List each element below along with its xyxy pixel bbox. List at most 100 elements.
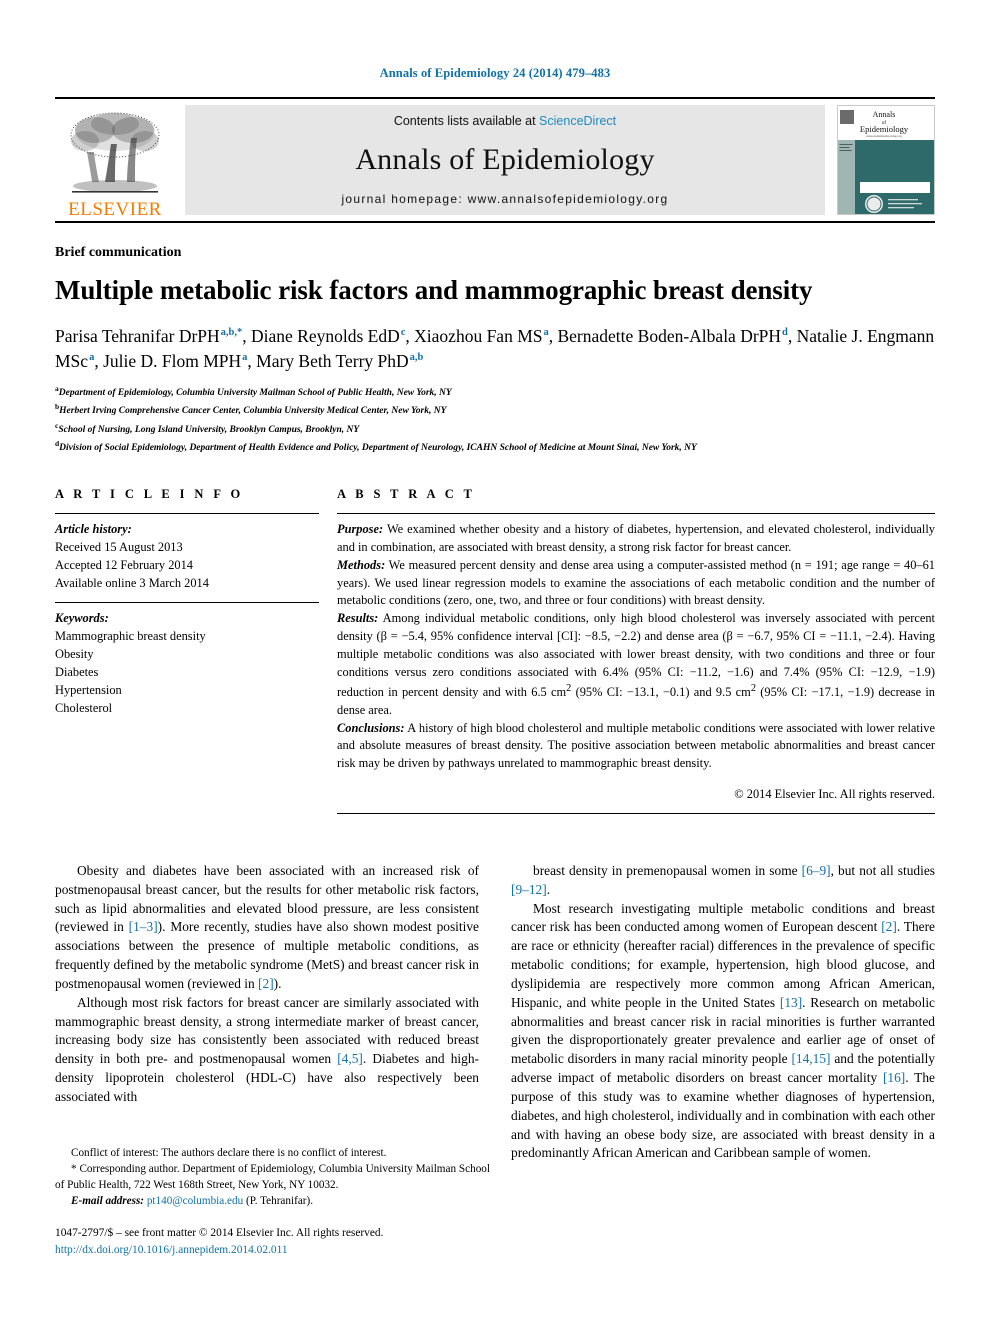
author-entry: Parisa Tehranifar DrPHa,b,*, xyxy=(55,326,251,346)
keyword-item: Hypertension xyxy=(55,682,122,697)
keyword-item: Obesity xyxy=(55,646,94,661)
citation-reference[interactable]: [4,5] xyxy=(337,1051,363,1066)
affiliation-text: School of Nursing, Long Island Universit… xyxy=(58,425,360,436)
abstract-conclusions-text: A history of high blood cholesterol and … xyxy=(337,720,935,771)
journal-title: Annals of Epidemiology xyxy=(355,143,655,176)
body-column-right: breast density in premenopausal women in… xyxy=(511,862,935,1163)
affiliation-item: aDepartment of Epidemiology, Columbia Un… xyxy=(55,383,935,402)
body-column-left: Obesity and diabetes have been associate… xyxy=(55,862,479,1163)
affiliation-item: cSchool of Nursing, Long Island Universi… xyxy=(55,420,935,439)
abstract-results-label: Results: xyxy=(337,611,379,626)
cover-art: Annals of Epidemiology www.annalsofepide… xyxy=(838,106,934,214)
abstract-paragraph: Purpose: We examined whether obesity and… xyxy=(337,521,935,557)
affiliation-item: dDivision of Social Epidemiology, Depart… xyxy=(55,438,935,457)
article-history-label: Article history: xyxy=(55,521,132,536)
divider xyxy=(337,812,935,814)
body-paragraph: Most research investigating multiple met… xyxy=(511,900,935,1161)
body-columns: Obesity and diabetes have been associate… xyxy=(55,862,935,1163)
author-entry: Xiaozhou Fan MSa, xyxy=(414,326,557,346)
author-name: Parisa Tehranifar DrPH xyxy=(55,326,220,347)
abstract-results-text: Among individual metabolic conditions, o… xyxy=(337,611,935,717)
contents-prefix: Contents lists available at xyxy=(393,114,540,128)
author-entry: Mary Beth Terry PhDa,b xyxy=(256,351,423,371)
abstract-heading: A B S T R A C T xyxy=(337,486,476,501)
doi-link[interactable]: http://dx.doi.org/10.1016/j.annepidem.20… xyxy=(55,1242,490,1259)
citation-reference[interactable]: [6–9] xyxy=(802,863,831,878)
article-info-column: A R T I C L E I N F O Article history: R… xyxy=(55,487,337,814)
keyword-item: Diabetes xyxy=(55,664,99,679)
author-affiliation-marks: a,b xyxy=(409,352,424,364)
affiliation-item: bHerbert Irving Comprehensive Cancer Cen… xyxy=(55,401,935,420)
author-separator: , xyxy=(787,326,797,347)
keywords-block: Keywords: Mammographic breast density Ob… xyxy=(55,603,319,727)
author-name: Mary Beth Terry PhD xyxy=(256,350,409,371)
article-info-heading: A R T I C L E I N F O xyxy=(55,486,244,501)
footnotes: Conflict of interest: The authors declar… xyxy=(55,1146,490,1210)
citation-reference[interactable]: [2] xyxy=(881,919,897,934)
footnote-corresponding-author: * Corresponding author. Department of Ep… xyxy=(55,1162,490,1191)
citation-reference[interactable]: [2] xyxy=(258,976,274,991)
citation-reference[interactable]: [13] xyxy=(780,995,802,1010)
history-item: Available online 3 March 2014 xyxy=(55,575,209,590)
author-name: Julie D. Flom MPH xyxy=(103,350,242,371)
abstract-paragraph: Methods: We measured percent density and… xyxy=(337,557,935,611)
citation-reference[interactable]: [9–12] xyxy=(511,882,547,897)
citation-reference[interactable]: [14,15] xyxy=(791,1051,830,1066)
body-paragraph: breast density in premenopausal women in… xyxy=(511,862,935,897)
citation-reference[interactable]: [16] xyxy=(883,1070,905,1085)
body-paragraph: Although most risk factors for breast ca… xyxy=(55,994,479,1104)
imprint-block: 1047-2797/$ – see front matter © 2014 El… xyxy=(55,1225,490,1259)
elsevier-logo: ELSEVIER xyxy=(55,99,175,221)
abstract-copyright: © 2014 Elsevier Inc. All rights reserved… xyxy=(734,787,935,802)
footnote-conflict-of-interest: Conflict of interest: The authors declar… xyxy=(71,1147,387,1159)
author-separator: , xyxy=(242,326,251,347)
info-abstract-section: A R T I C L E I N F O Article history: R… xyxy=(55,487,935,814)
affiliation-text: Division of Social Epidemiology, Departm… xyxy=(59,443,697,454)
author-list: Parisa Tehranifar DrPHa,b,*, Diane Reyno… xyxy=(55,324,935,374)
abstract-methods-label: Methods: xyxy=(337,557,386,572)
elsevier-tree-icon xyxy=(70,112,160,193)
abstract-methods-text: We measured percent density and dense ar… xyxy=(337,557,935,608)
affiliation-text: Department of Epidemiology, Columbia Uni… xyxy=(58,387,452,398)
email-attribution: (P. Tehranifar). xyxy=(243,1194,314,1207)
history-item: Accepted 12 February 2014 xyxy=(55,557,193,572)
email-link[interactable]: pt140@columbia.edu xyxy=(147,1195,243,1207)
journal-band: Contents lists available at ScienceDirec… xyxy=(185,105,825,215)
author-separator: , xyxy=(94,350,104,371)
sciencedirect-link[interactable]: ScienceDirect xyxy=(539,114,616,128)
history-item: Received 15 August 2013 xyxy=(55,539,183,554)
abstract-purpose-label: Purpose: xyxy=(337,521,384,536)
author-separator: , xyxy=(405,326,415,347)
email-address-label: E-mail address: xyxy=(71,1194,145,1207)
keyword-item: Mammographic breast density xyxy=(55,628,206,643)
body-paragraph: Obesity and diabetes have been associate… xyxy=(55,862,479,991)
abstract-conclusions-label: Conclusions: xyxy=(337,720,405,735)
author-separator: , xyxy=(247,350,257,371)
footnote-area: Conflict of interest: The authors declar… xyxy=(55,1128,490,1259)
citation-reference[interactable]: [1–3] xyxy=(129,919,158,934)
svg-text:Annals: Annals xyxy=(873,110,896,119)
abstract-purpose-text: We examined whether obesity and a histor… xyxy=(337,521,935,554)
author-name: Bernadette Boden-Albala DrPH xyxy=(557,326,782,347)
journal-homepage[interactable]: journal homepage: www.annalsofepidemiolo… xyxy=(341,192,668,206)
author-entry: Julie D. Flom MPHa, xyxy=(103,351,256,371)
page-title: Multiple metabolic risk factors and mamm… xyxy=(55,275,813,305)
author-entry: Diane Reynolds EdDc, xyxy=(251,326,414,346)
contents-available-line: Contents lists available at ScienceDirec… xyxy=(394,114,616,128)
svg-text:Epidemiology: Epidemiology xyxy=(860,124,909,134)
svg-text:www.annalsofepidemiology.org: www.annalsofepidemiology.org xyxy=(866,134,902,138)
journal-masthead: ELSEVIER Contents lists available at Sci… xyxy=(55,97,935,223)
abstract-paragraph: Results: Among individual metabolic cond… xyxy=(337,610,935,719)
author-name: Diane Reynolds EdD xyxy=(251,326,400,347)
author-name: Xiaozhou Fan MS xyxy=(414,326,543,347)
journal-cover-thumbnail: Annals of Epidemiology www.annalsofepide… xyxy=(837,105,935,215)
elsevier-wordmark: ELSEVIER xyxy=(68,199,162,220)
article-doctype: Brief communication xyxy=(55,245,182,260)
abstract-paragraph: Conclusions: A history of high blood cho… xyxy=(337,720,935,774)
author-entry: Bernadette Boden-Albala DrPHd, xyxy=(557,326,796,346)
abstract-body: Purpose: We examined whether obesity and… xyxy=(337,514,935,804)
keyword-item: Cholesterol xyxy=(55,700,113,715)
keywords-label: Keywords: xyxy=(55,610,109,625)
author-affiliation-marks: a,b,* xyxy=(220,327,243,339)
footnote-email: E-mail address: pt140@columbia.edu (P. T… xyxy=(55,1194,490,1210)
